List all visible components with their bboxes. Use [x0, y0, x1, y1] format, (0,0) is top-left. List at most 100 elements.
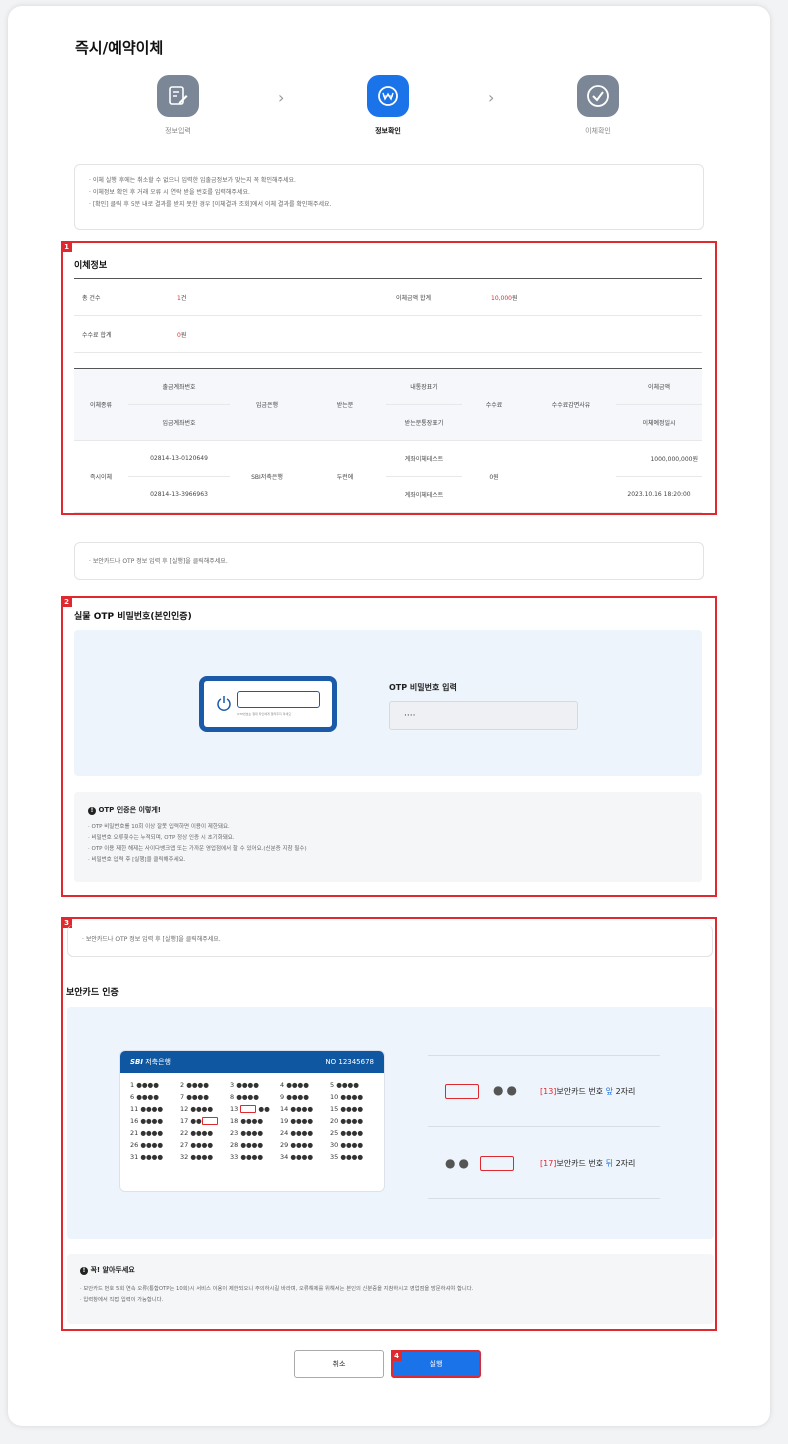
info-line: · OTP 이용 제한 해제는 사이다뱅크앱 또는 가까운 영업점에서 할 수 … [88, 846, 307, 852]
card-cell: 5 ●●●● [330, 1081, 359, 1089]
card-cell: 27 ●●●● [180, 1141, 214, 1149]
step-label-1: 정보입력 [165, 127, 191, 135]
step-check-circle-icon [577, 75, 619, 117]
divider [428, 1055, 660, 1056]
divider [428, 1198, 660, 1199]
cell-to-account: 02814-13-3966963 [128, 476, 230, 513]
cell-receiver: 두런에 [304, 440, 386, 513]
card-cell: 22 ●●●● [180, 1129, 214, 1137]
th-my-memo: 내통장표기 [386, 368, 462, 405]
card-cell: 29 ●●●● [280, 1141, 314, 1149]
card-cell: 26 ●●●● [130, 1141, 164, 1149]
info-line: · 비밀번호 입력 후 [실행]을 클릭해주세요. [88, 857, 186, 863]
divider [74, 352, 702, 353]
section-tag-1: 1 [61, 241, 72, 252]
cell-bank: SBI저축은행 [230, 440, 304, 513]
otp-section-title: 실물 OTP 비밀번호(본인인증) [74, 612, 192, 622]
execute-button[interactable]: 실행 [391, 1350, 481, 1378]
th-from-account: 출금계좌번호 [128, 368, 230, 405]
top-notice: · 이체 실행 후에는 취소할 수 없으니 입력한 입출금정보가 맞는지 꼭 확… [74, 164, 704, 230]
info-line: · OTP 비밀번호를 10회 이상 잘못 입력하면 이용이 제한돼요. [88, 824, 230, 830]
total-count-label: 총 건수 [82, 295, 101, 302]
card-cell: 23 ●●●● [230, 1129, 264, 1137]
step-won-check-icon [367, 75, 409, 117]
card-cell: 14 ●●●● [280, 1105, 314, 1113]
card-cell: 11 ●●●● [130, 1105, 164, 1113]
card-cell: 34 ●●●● [280, 1153, 314, 1161]
card-slot-highlight [240, 1105, 257, 1113]
info-line: · 입력창에서 직접 입력이 가능합니다. [80, 1297, 164, 1303]
otp-info-lines: · OTP 비밀번호를 10회 이상 잘못 입력하면 이용이 제한돼요. · 비… [88, 822, 307, 866]
card-cell: 28 ●●●● [230, 1141, 264, 1149]
info-line: · 비밀번호 오류횟수는 누적되며, OTP 정상 인증 시 초기화돼요. [88, 835, 235, 841]
page-title: 즉시/예약이체 [75, 39, 164, 57]
cell-fee-reason [526, 440, 616, 513]
transfer-table: 이체종류 출금계좌번호 입금은행 받는분 내통장표기 수수료 수수료감면사유 이… [74, 368, 702, 513]
otp-input-label: OTP 비밀번호 입력 [389, 683, 457, 692]
button-tag-4: 4 [391, 1350, 402, 1361]
card-cell: 10 ●●●● [330, 1093, 364, 1101]
th-to-account: 입금계좌번호 [128, 404, 230, 441]
security-card-title: 보안카드 인증 [66, 988, 119, 998]
card-cell: 18 ●●●● [230, 1117, 264, 1125]
divider [428, 1126, 660, 1127]
section-tag-2: 2 [61, 596, 72, 607]
cell-from-account: 02814-13-0120649 [128, 440, 230, 477]
masked-dots: ●● [493, 1083, 520, 1097]
security-card-header: SBI 저축은행 NO 12345678 [120, 1051, 384, 1073]
table-header-row: 이체종류 출금계좌번호 입금은행 받는분 내통장표기 수수료 수수료감면사유 이… [74, 368, 702, 441]
card-cell: 12 ●●●● [180, 1105, 214, 1113]
card-cell: 35 ●●●● [330, 1153, 364, 1161]
th-receiver: 받는분 [304, 368, 386, 441]
total-fee-label: 수수료 합계 [82, 332, 112, 339]
otp-input[interactable]: ···· [389, 701, 578, 730]
security-info-lines: · 보안카드 번호 5회 연속 오류(통합OTP는 10회)시 서비스 이용이 … [80, 1284, 704, 1306]
total-fee-value: 0원 [177, 332, 187, 339]
th-fee-reason: 수수료감면사유 [526, 368, 616, 441]
cell-amount: 1000,000,000원 [616, 440, 702, 477]
card-cell: 16 ●●●● [130, 1117, 164, 1125]
cancel-button[interactable]: 취소 [294, 1350, 384, 1378]
total-count-value: 1건 [177, 295, 187, 302]
card-cell: 17 ●● [180, 1116, 230, 1127]
info-icon: ! [80, 1267, 88, 1275]
card-number: NO 12345678 [325, 1058, 374, 1066]
notice-line: · 이체 실행 후에는 취소할 수 없으니 입력한 입출금정보가 맞는지 꼭 확… [89, 177, 296, 184]
notice-line: · [확인] 클릭 후 5분 내로 결과를 받지 못한 경우 [이체결과 조회]… [89, 201, 332, 208]
bank-name: 저축은행 [145, 1058, 171, 1066]
cell-my-memo: 계좌이체테스트 [386, 440, 462, 477]
card-cell: 30 ●●●● [330, 1141, 364, 1149]
otp-input-value: ···· [404, 711, 416, 721]
otp-device: OTP번호는 절대 타인에게 알려주지 마세요 [199, 676, 337, 732]
th-type: 이체종류 [74, 368, 128, 441]
card-cell: 19 ●●●● [280, 1117, 314, 1125]
card-front-input[interactable] [445, 1084, 479, 1099]
card-front-label: [13]보안카드 번호 앞 2자리 [540, 1087, 636, 1096]
card-cell: 24 ●●●● [280, 1129, 314, 1137]
card-cell: 21 ●●●● [130, 1129, 164, 1137]
brand-logo: SBI [130, 1058, 143, 1066]
total-amount-value: 10,000원 [491, 295, 518, 302]
cell-their-memo: 계좌이체테스트 [386, 476, 462, 513]
cell-type: 즉시이체 [74, 440, 128, 513]
card-back-input[interactable] [480, 1156, 514, 1171]
info-line: · 보안카드 번호 5회 연속 오류(통합OTP는 10회)시 서비스 이용이 … [80, 1286, 474, 1292]
card-cell: 1 ●●●● [130, 1081, 159, 1089]
step-edit-icon [157, 75, 199, 117]
card-cell: 3 ●●●● [230, 1081, 259, 1089]
card-cell: 7 ●●●● [180, 1093, 209, 1101]
chevron-right-icon: › [488, 88, 495, 107]
power-icon [217, 696, 231, 711]
card-cell: 33 ●●●● [230, 1153, 264, 1161]
card-cell: 2 ●●●● [180, 1081, 209, 1089]
step-label-2: 정보확인 [375, 127, 401, 135]
th-bank: 입금은행 [230, 368, 304, 441]
otp-display [237, 691, 320, 708]
th-schedule: 이체예정일시 [616, 404, 702, 441]
masked-dots: ●● [445, 1156, 472, 1170]
info-icon: ! [88, 807, 96, 815]
step-label-3: 이체확인 [585, 127, 611, 135]
th-their-memo: 받는분통장표기 [386, 404, 462, 441]
th-amount: 이체금액 [616, 368, 702, 405]
card-cell: 9 ●●●● [280, 1093, 309, 1101]
